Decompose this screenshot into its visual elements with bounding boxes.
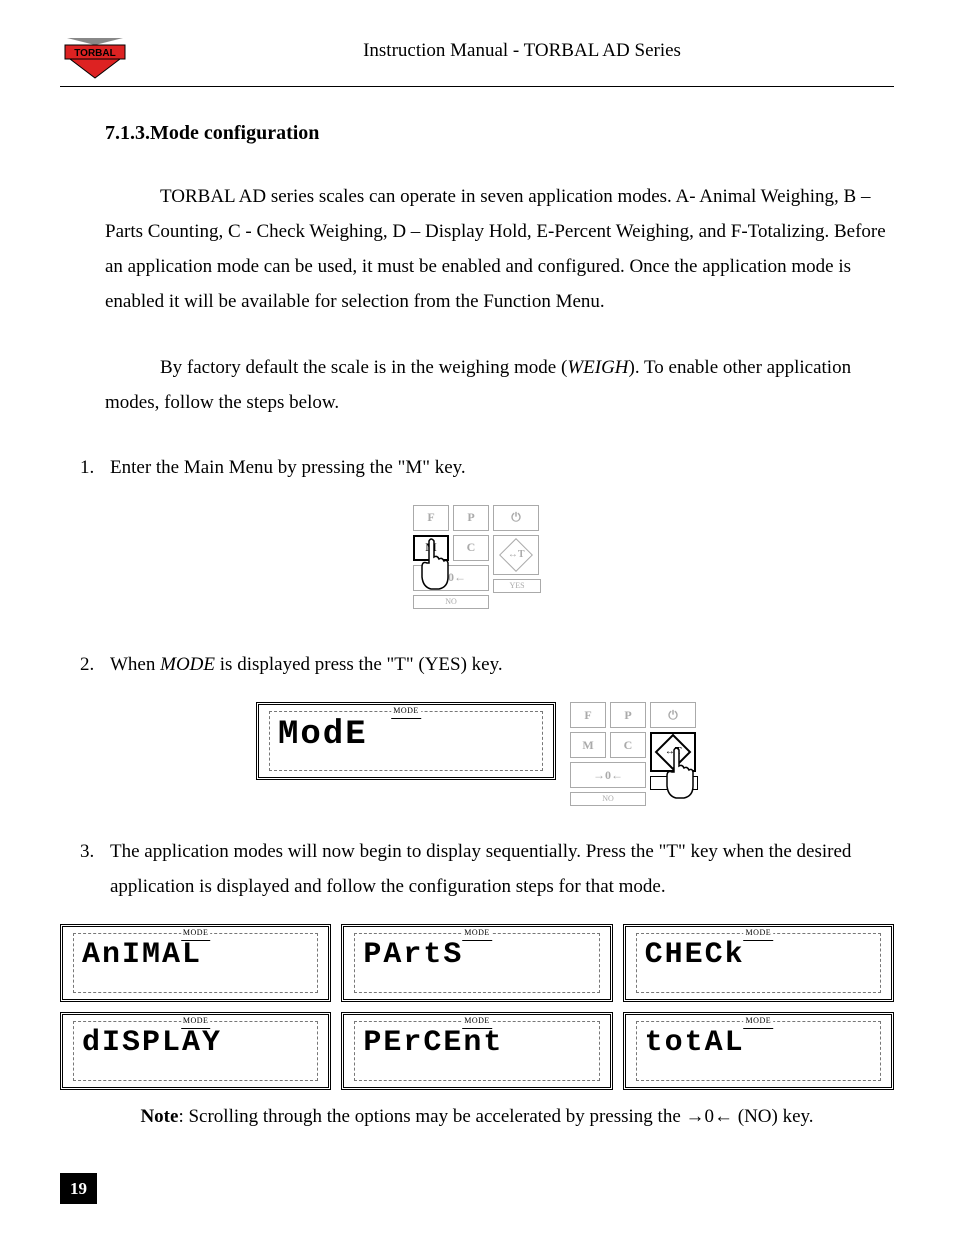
lcd-mode-tag: MODE xyxy=(391,705,421,719)
key-t-highlighted: ↔T xyxy=(650,732,696,772)
step-1-number: 1. xyxy=(80,450,110,485)
lcd-mode-tag: MODE xyxy=(744,927,774,941)
lcd-parts: MODE PArtS xyxy=(341,924,612,1002)
lcd-text: dISPLAY xyxy=(82,1028,309,1058)
lcd-mode-tag: MODE xyxy=(462,1015,492,1029)
s2-a: When xyxy=(110,654,160,675)
svg-text:TORBAL: TORBAL xyxy=(74,48,115,59)
key-zero: →0← xyxy=(413,565,489,591)
lcd-mode-tag: MODE xyxy=(181,927,211,941)
step-1-text: Enter the Main Menu by pressing the "M" … xyxy=(110,450,894,485)
key-yes-label-highlighted: YES xyxy=(650,776,698,790)
header-title: Instruction Manual - TORBAL AD Series xyxy=(150,30,894,66)
note-b: (NO) key. xyxy=(733,1106,814,1127)
lcd-text: PErCEnt xyxy=(363,1028,590,1058)
key-p: P xyxy=(453,505,489,531)
intro-paragraph-1: TORBAL AD series scales can operate in s… xyxy=(105,179,894,320)
key-f: F xyxy=(570,702,606,728)
key-m-highlighted: M xyxy=(413,535,449,561)
key-no-label: NO xyxy=(413,595,489,609)
note-label: Note xyxy=(140,1106,178,1127)
lcd-mode-tag: MODE xyxy=(462,927,492,941)
lcd-mode-tag: MODE xyxy=(744,1015,774,1029)
s2-italic: MODE xyxy=(160,654,215,675)
lcd-text: CHECk xyxy=(645,940,872,970)
section-number: 7.1.3. xyxy=(105,122,150,144)
lcd-total: MODE totAL xyxy=(623,1012,894,1090)
section-title: Mode configuration xyxy=(150,122,319,144)
page-number: 19 xyxy=(60,1173,97,1204)
lcd-text: totAL xyxy=(645,1028,872,1058)
lcd-text: AnIMAL xyxy=(82,940,309,970)
s2-b: is displayed press the "T" (YES) key. xyxy=(215,654,503,675)
lcd-and-keypad-figure: MODE ModE F P M C →0← NO ⏻ ↔T xyxy=(60,702,894,804)
key-power: ⏻ xyxy=(493,505,539,531)
step-2-text: When MODE is displayed press the "T" (YE… xyxy=(110,647,894,682)
note-key: →0← xyxy=(686,1106,734,1127)
note-line: Note: Scrolling through the options may … xyxy=(60,1102,894,1132)
step-3-text: The application modes will now begin to … xyxy=(110,834,894,904)
torbal-logo: TORBAL xyxy=(60,30,130,80)
note-a: : Scrolling through the options may be a… xyxy=(178,1106,685,1127)
lcd-display: MODE dISPLAY xyxy=(60,1012,331,1090)
lcd-text: PArtS xyxy=(363,940,590,970)
lcd-display-mode: MODE ModE xyxy=(256,702,556,780)
modes-lcd-grid: MODE AnIMAL MODE PArtS MODE CHECk MODE d… xyxy=(60,924,894,1090)
step-2: 2. When MODE is displayed press the "T" … xyxy=(80,647,894,682)
page-footer: 19 xyxy=(60,1173,894,1204)
key-f: F xyxy=(413,505,449,531)
lcd-percent: MODE PErCEnt xyxy=(341,1012,612,1090)
lcd-mode-tag: MODE xyxy=(181,1015,211,1029)
key-t: ↔T xyxy=(493,535,539,575)
key-p: P xyxy=(610,702,646,728)
key-m: M xyxy=(570,732,606,758)
step-3: 3. The application modes will now begin … xyxy=(80,834,894,904)
key-power: ⏻ xyxy=(650,702,696,728)
step-3-number: 3. xyxy=(80,834,110,904)
lcd-check: MODE CHECk xyxy=(623,924,894,1002)
step-2-number: 2. xyxy=(80,647,110,682)
key-yes-label: YES xyxy=(493,579,541,593)
keypad-figure-1: F P M C →0← NO ⏻ ↔T YES xyxy=(60,505,894,607)
key-zero: →0← xyxy=(570,762,646,788)
key-c: C xyxy=(610,732,646,758)
key-c: C xyxy=(453,535,489,561)
lcd-text-mode: ModE xyxy=(278,718,534,752)
section-heading: 7.1.3.Mode configuration xyxy=(105,117,894,149)
intro-paragraph-2: By factory default the scale is in the w… xyxy=(105,350,894,420)
key-no-label: NO xyxy=(570,792,646,806)
step-1: 1. Enter the Main Menu by pressing the "… xyxy=(80,450,894,485)
p2-part-a: By factory default the scale is in the w… xyxy=(160,357,567,378)
lcd-animal: MODE AnIMAL xyxy=(60,924,331,1002)
p2-italic: WEIGH xyxy=(567,357,628,378)
page-header: TORBAL Instruction Manual - TORBAL AD Se… xyxy=(60,30,894,87)
